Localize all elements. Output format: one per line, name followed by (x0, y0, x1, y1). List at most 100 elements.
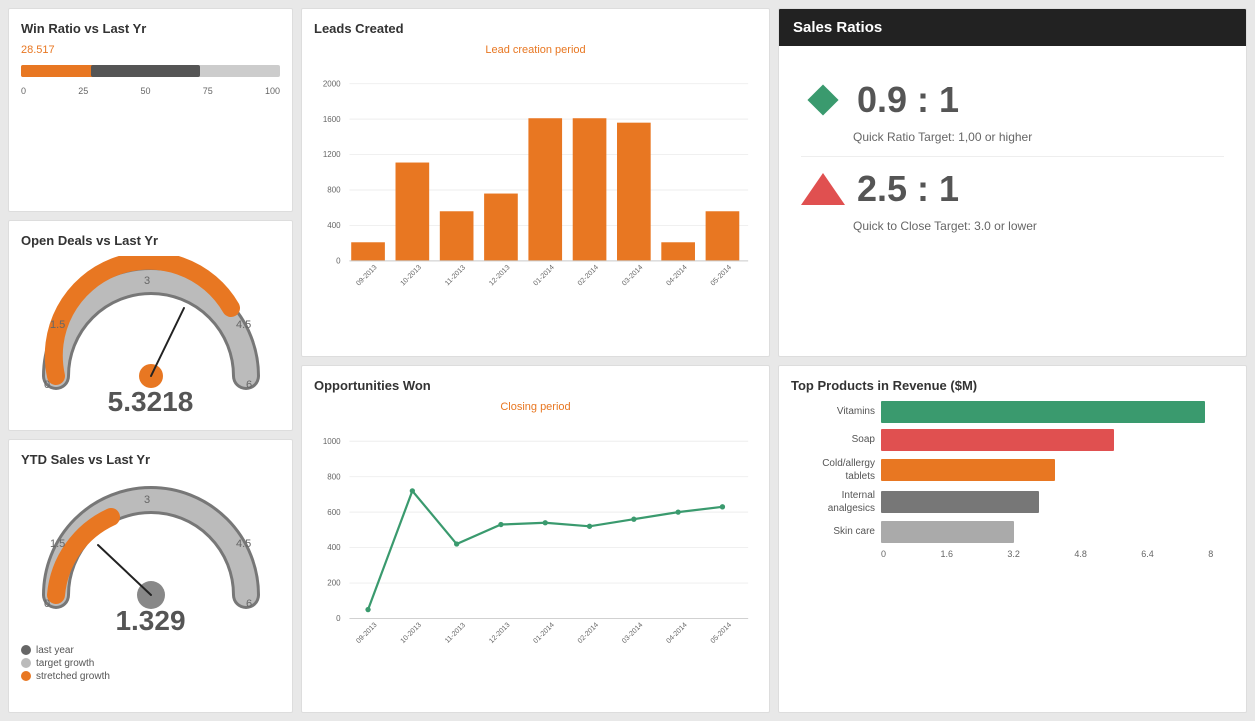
product-bar-skincare (881, 521, 1014, 543)
legend: last year target growth stretched growth (21, 645, 280, 682)
product-row-cold: Cold/allergy tablets (791, 457, 1234, 483)
product-label-cold: Cold/allergy tablets (791, 457, 881, 483)
left-column: Win Ratio vs Last Yr 28.517 0 25 50 75 1… (8, 8, 293, 713)
point-12-2013 (498, 521, 503, 526)
axis-6-4: 6.4 (1141, 549, 1154, 559)
quick-ratio-value: 0.9 : 1 (857, 79, 959, 121)
win-ratio-panel: Win Ratio vs Last Yr 28.517 0 25 50 75 1… (8, 8, 293, 212)
sales-ratios-panel: Sales Ratios 0.9 : 1 Quick Ratio Target:… (778, 8, 1247, 357)
point-04-2014 (675, 509, 680, 514)
svg-text:10-2013: 10-2013 (399, 620, 423, 644)
legend-label-last-year: last year (36, 645, 74, 656)
quick-close-value: 2.5 : 1 (857, 168, 959, 210)
ratio-divider (801, 156, 1224, 157)
bar-orange (21, 65, 96, 77)
opportunities-subtitle: Closing period (314, 401, 757, 413)
axis-25: 25 (78, 86, 88, 96)
open-deals-gauge: 0 1.5 3 4.5 6 (36, 256, 266, 396)
svg-text:01-2014: 01-2014 (532, 620, 556, 644)
svg-text:1200: 1200 (323, 150, 341, 159)
axis-100: 100 (265, 86, 280, 96)
dashboard: Win Ratio vs Last Yr 28.517 0 25 50 75 1… (0, 0, 1255, 721)
product-row-analgesics: Internal analgesics (791, 489, 1234, 515)
product-row-vitamins: Vitamins (791, 401, 1234, 423)
svg-text:400: 400 (327, 221, 341, 230)
open-deals-title: Open Deals vs Last Yr (21, 233, 280, 248)
quick-close-block: 2.5 : 1 (801, 167, 1224, 211)
svg-text:1.5: 1.5 (50, 319, 65, 331)
bar-09-2013 (351, 242, 385, 261)
legend-stretched-growth: stretched growth (21, 671, 280, 682)
legend-label-target: target growth (36, 658, 94, 669)
bar-12-2013 (484, 194, 518, 261)
bar-11-2013 (440, 211, 474, 261)
product-label-skincare: Skin care (791, 526, 881, 537)
products-chart: Vitamins Soap Cold/allergy tablets Inter… (791, 401, 1234, 559)
svg-text:6: 6 (246, 379, 252, 391)
leads-subtitle: Lead creation period (314, 44, 757, 56)
axis-4-8: 4.8 (1074, 549, 1087, 559)
ytd-sales-gauge: 0 1.5 3 4.5 6 (36, 475, 266, 615)
ytd-sales-panel: YTD Sales vs Last Yr 0 1.5 3 4.5 6 1.329 (8, 439, 293, 714)
product-bar-analgesics (881, 491, 1039, 513)
svg-text:600: 600 (327, 507, 341, 516)
svg-text:1000: 1000 (323, 436, 341, 445)
point-01-2014 (543, 520, 548, 525)
opportunities-chart: Amount ($K) 0 200 400 600 800 1000 (314, 417, 757, 687)
products-axis: 0 1.6 3.2 4.8 6.4 8 (881, 549, 1213, 559)
point-09-2013 (365, 606, 370, 611)
svg-text:1.5: 1.5 (50, 538, 65, 550)
legend-label-stretched: stretched growth (36, 671, 110, 682)
svg-text:04-2014: 04-2014 (665, 620, 689, 644)
quick-ratio-label: Quick Ratio Target: 1,00 or higher (853, 130, 1224, 144)
open-deals-value: 5.3218 (21, 386, 280, 418)
quick-close-icon (801, 167, 845, 211)
svg-text:05-2014: 05-2014 (709, 620, 733, 644)
axis-3-2: 3.2 (1007, 549, 1020, 559)
top-products-panel: Top Products in Revenue ($M) Vitamins So… (778, 365, 1247, 714)
open-deals-panel: Open Deals vs Last Yr 0 1.5 3 (8, 220, 293, 431)
svg-text:04-2014: 04-2014 (665, 263, 689, 287)
svg-text:0: 0 (336, 614, 341, 623)
svg-text:05-2014: 05-2014 (709, 263, 733, 287)
svg-text:0: 0 (44, 379, 50, 391)
svg-text:02-2014: 02-2014 (576, 620, 600, 644)
legend-last-year: last year (21, 645, 280, 656)
svg-text:11-2013: 11-2013 (443, 621, 467, 645)
product-label-analgesics: Internal analgesics (791, 489, 881, 515)
sales-ratios-content: 0.9 : 1 Quick Ratio Target: 1,00 or high… (791, 58, 1234, 265)
axis-1-6: 1.6 (940, 549, 953, 559)
top-products-title: Top Products in Revenue ($M) (791, 378, 1234, 393)
svg-text:11-2013: 11-2013 (443, 264, 467, 288)
bar-axis: 0 25 50 75 100 (21, 86, 280, 96)
svg-text:09-2013: 09-2013 (355, 263, 379, 287)
leads-created-panel: Leads Created Lead creation period Leads… (301, 8, 770, 357)
axis-75: 75 (203, 86, 213, 96)
product-label-soap: Soap (791, 434, 881, 445)
legend-target-growth: target growth (21, 658, 280, 669)
point-05-2014 (720, 504, 725, 509)
svg-text:800: 800 (327, 186, 341, 195)
svg-text:3: 3 (144, 494, 150, 506)
legend-dot-target (21, 658, 31, 668)
bar-02-2014 (573, 118, 607, 261)
svg-text:4.5: 4.5 (236, 538, 251, 550)
leads-created-title: Leads Created (314, 21, 757, 36)
svg-text:12-2013: 12-2013 (488, 263, 512, 287)
svg-text:10-2013: 10-2013 (399, 263, 423, 287)
product-row-skincare: Skin care (791, 521, 1234, 543)
svg-text:6: 6 (246, 598, 252, 610)
svg-text:4.5: 4.5 (236, 319, 251, 331)
svg-text:3: 3 (144, 275, 150, 287)
bar-05-2014 (706, 211, 740, 261)
svg-text:0: 0 (336, 257, 341, 266)
win-ratio-value: 28.517 (21, 44, 280, 56)
win-ratio-bar (21, 60, 280, 82)
quick-ratio-icon (801, 78, 845, 122)
bar-dark (91, 65, 200, 77)
svg-text:800: 800 (327, 472, 341, 481)
quick-ratio-block: 0.9 : 1 (801, 78, 1224, 122)
leads-chart: Leads 0 400 800 1200 1600 2000 (314, 60, 757, 320)
svg-text:2000: 2000 (323, 79, 341, 88)
svg-text:03-2014: 03-2014 (620, 263, 644, 287)
